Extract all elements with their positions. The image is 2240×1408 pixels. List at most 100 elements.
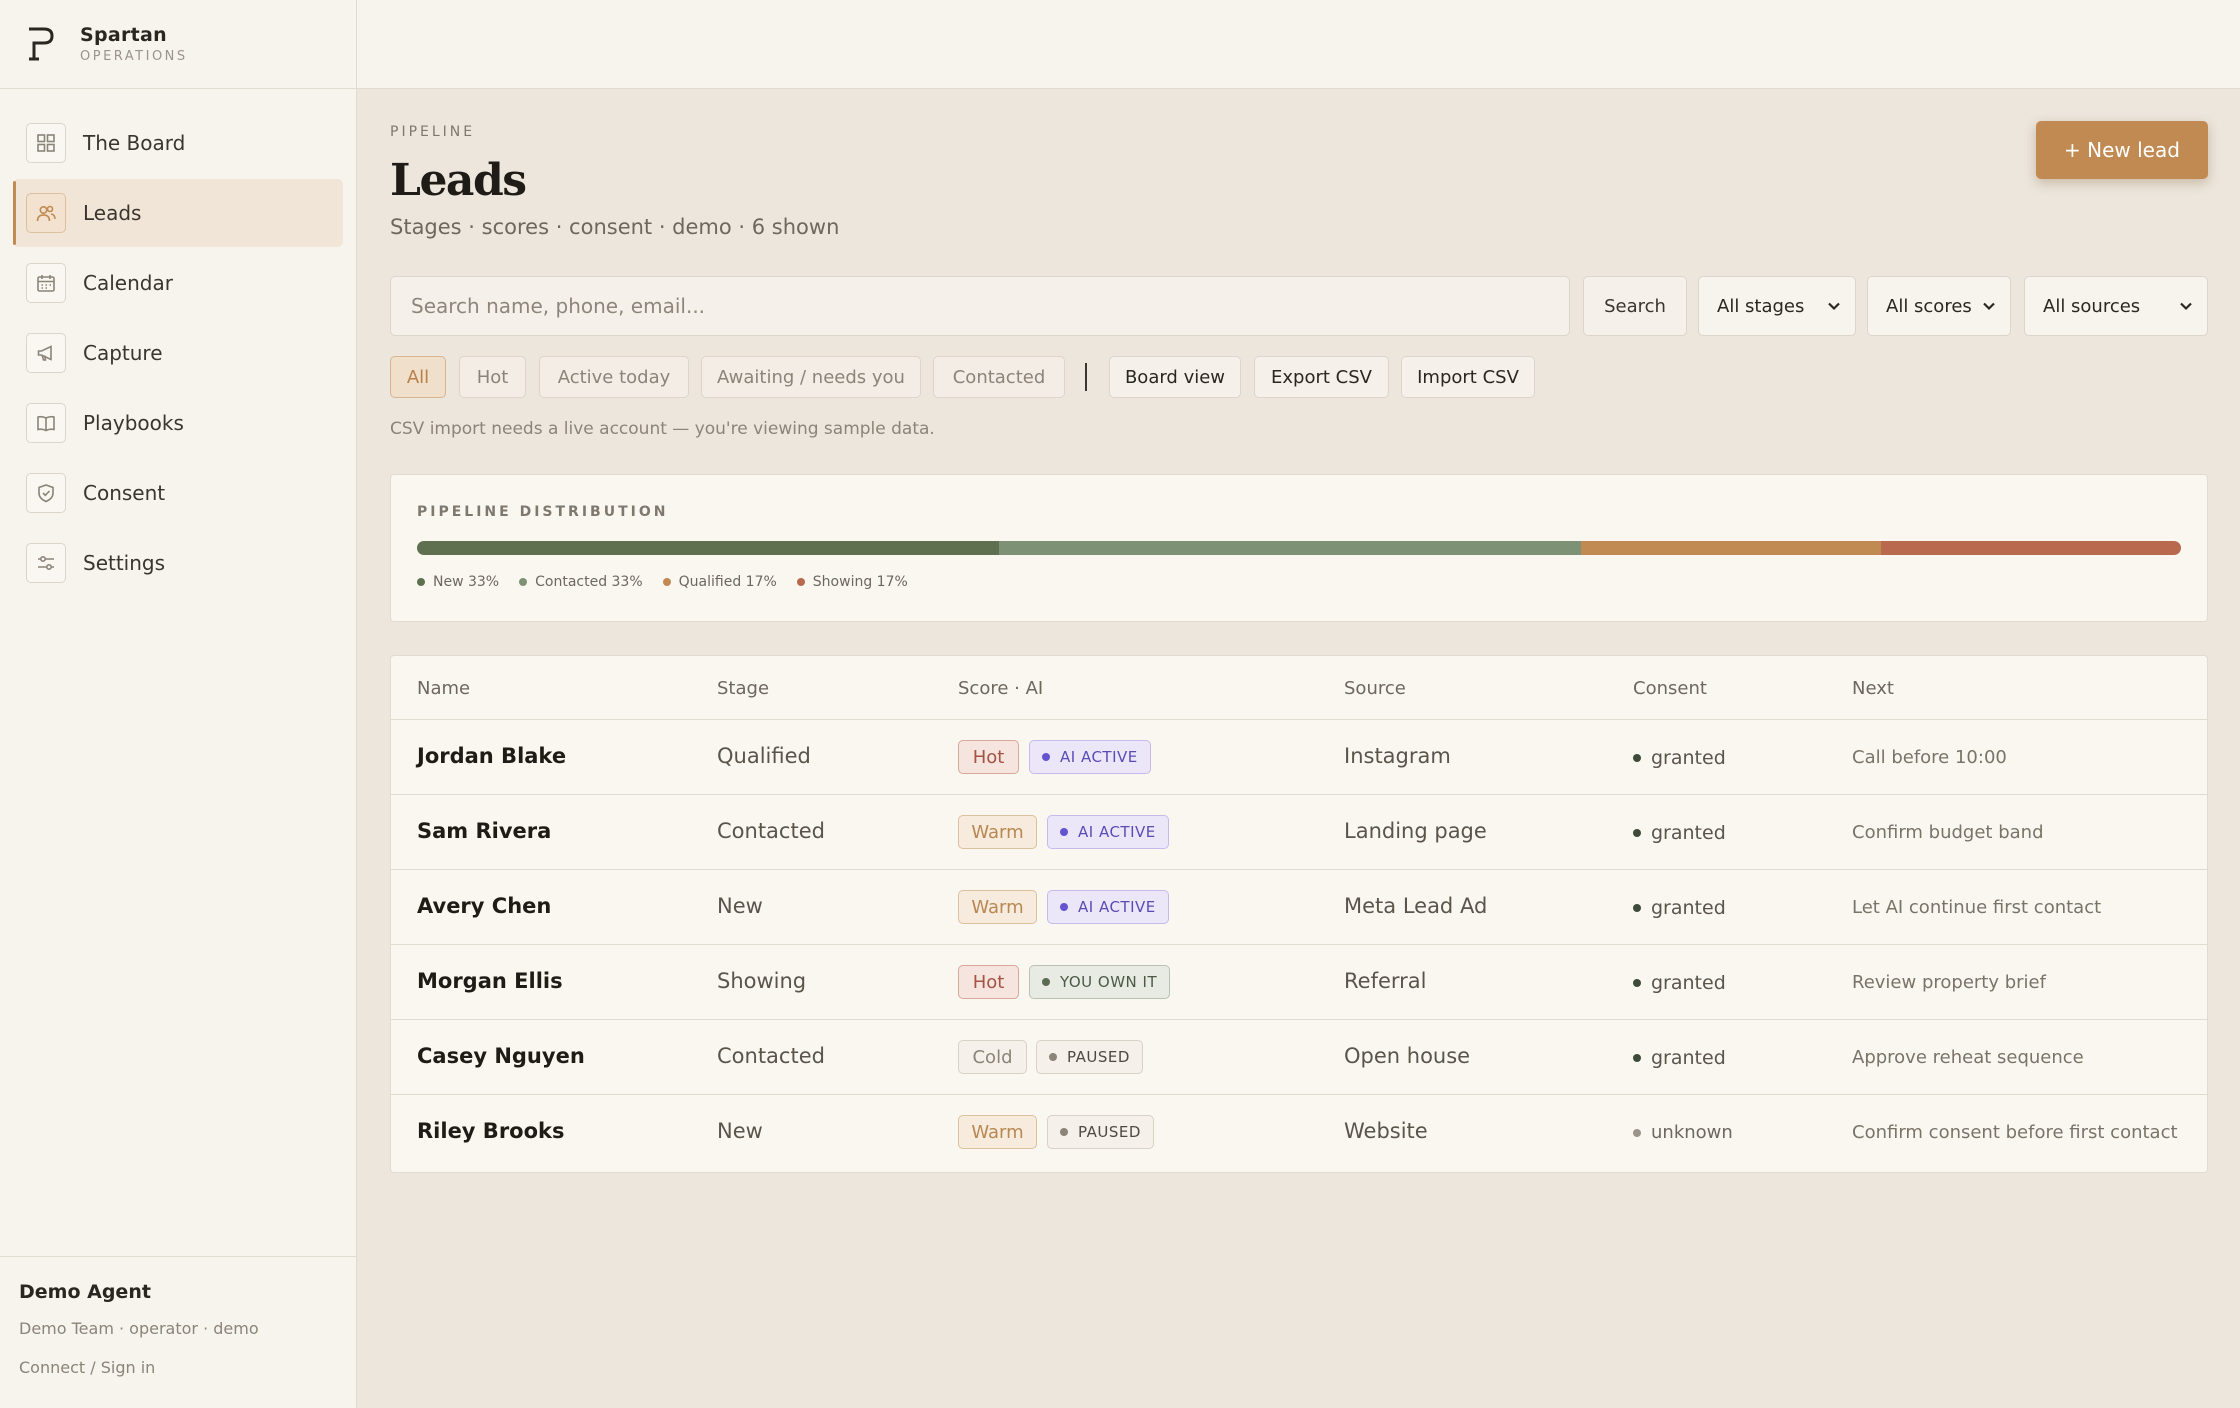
lead-name[interactable]: Sam Rivera bbox=[417, 819, 551, 843]
board-view-button[interactable]: Board view bbox=[1109, 356, 1241, 398]
search-input[interactable] bbox=[390, 276, 1570, 336]
distribution-segment-showing bbox=[1881, 541, 2181, 555]
lead-stage: Contacted bbox=[717, 819, 825, 843]
table-row[interactable]: Riley Brooks New Warm PAUSED Website unk… bbox=[391, 1095, 2207, 1170]
consent-label: granted bbox=[1651, 747, 1726, 769]
sidebar-item-label: The Board bbox=[83, 131, 186, 155]
chip-awaiting[interactable]: Awaiting / needs you bbox=[701, 356, 921, 398]
distribution-legend: New 33% Contacted 33% Qualified 17% Show… bbox=[417, 574, 908, 590]
megaphone-icon bbox=[26, 333, 66, 373]
agent-name: Demo Agent bbox=[19, 1281, 151, 1303]
consent-status: granted bbox=[1633, 822, 1726, 844]
table-row[interactable]: Morgan Ellis Showing Hot YOU OWN IT Refe… bbox=[391, 945, 2207, 1020]
score-filter-value: All scores bbox=[1886, 295, 1972, 317]
lead-source: Open house bbox=[1344, 1044, 1471, 1068]
table-header: Name Stage Score · AI Source Consent Nex… bbox=[391, 656, 2207, 720]
chip-contacted[interactable]: Contacted bbox=[933, 356, 1065, 398]
column-header-stage[interactable]: Stage bbox=[717, 678, 769, 699]
lead-name[interactable]: Riley Brooks bbox=[417, 1119, 565, 1143]
distribution-segment-new bbox=[417, 541, 1000, 555]
agent-meta: Demo Team · operator · demo bbox=[19, 1319, 259, 1338]
lead-name[interactable]: Casey Nguyen bbox=[417, 1044, 585, 1068]
consent-label: granted bbox=[1651, 822, 1726, 844]
lead-stage: New bbox=[717, 1119, 763, 1143]
stage-filter-value: All stages bbox=[1717, 295, 1805, 317]
export-csv-button[interactable]: Export CSV bbox=[1254, 356, 1389, 398]
import-csv-button[interactable]: Import CSV bbox=[1401, 356, 1535, 398]
column-header-next[interactable]: Next bbox=[1852, 678, 1894, 699]
page-subtitle: Stages · scores · consent · demo · 6 sho… bbox=[390, 215, 840, 239]
stage-filter-select[interactable]: All stages bbox=[1698, 276, 1856, 336]
consent-dot bbox=[1633, 829, 1641, 837]
ai-status-badge: PAUSED bbox=[1036, 1040, 1143, 1074]
status-dot bbox=[1060, 1128, 1068, 1136]
table-row[interactable]: Sam Rivera Contacted Warm AI ACTIVE Land… bbox=[391, 795, 2207, 870]
page-title: Leads bbox=[390, 155, 527, 206]
source-filter-select[interactable]: All sources bbox=[2024, 276, 2208, 336]
ai-status-label: PAUSED bbox=[1078, 1123, 1141, 1141]
chip-hot[interactable]: Hot bbox=[459, 356, 526, 398]
consent-status: granted bbox=[1633, 1047, 1726, 1069]
status-dot bbox=[1042, 753, 1050, 761]
lead-name[interactable]: Jordan Blake bbox=[417, 744, 566, 768]
consent-dot bbox=[1633, 979, 1641, 987]
grid-icon bbox=[26, 123, 66, 163]
sidebar-nav: The Board Leads Calendar Capture Playboo… bbox=[0, 89, 356, 597]
sidebar-item-playbooks[interactable]: Playbooks bbox=[13, 389, 343, 457]
sidebar-item-the-board[interactable]: The Board bbox=[13, 109, 343, 177]
legend-label: Showing 17% bbox=[812, 574, 908, 590]
score-badge: Cold bbox=[958, 1040, 1027, 1074]
sidebar-footer: Demo Agent Demo Team · operator · demo C… bbox=[0, 1256, 356, 1408]
connect-sign-in-link[interactable]: Connect / Sign in bbox=[19, 1358, 337, 1377]
page-eyebrow: PIPELINE bbox=[390, 124, 476, 140]
new-lead-button[interactable]: + New lead bbox=[2036, 121, 2208, 179]
chip-active-today[interactable]: Active today bbox=[539, 356, 689, 398]
sidebar-item-leads[interactable]: Leads bbox=[13, 179, 343, 247]
sidebar-item-consent[interactable]: Consent bbox=[13, 459, 343, 527]
users-icon bbox=[26, 193, 66, 233]
column-header-score[interactable]: Score · AI bbox=[958, 678, 1043, 699]
consent-status: unknown bbox=[1633, 1122, 1733, 1143]
ai-status-label: YOU OWN IT bbox=[1060, 973, 1158, 991]
table-row[interactable]: Jordan Blake Qualified Hot AI ACTIVE Ins… bbox=[391, 720, 2207, 795]
ai-status-label: AI ACTIVE bbox=[1078, 823, 1156, 841]
score-filter-select[interactable]: All scores bbox=[1867, 276, 2011, 336]
chip-separator bbox=[1085, 363, 1087, 391]
lead-name[interactable]: Avery Chen bbox=[417, 894, 551, 918]
consent-label: granted bbox=[1651, 897, 1726, 919]
table-row[interactable]: Casey Nguyen Contacted Cold PAUSED Open … bbox=[391, 1020, 2207, 1095]
consent-dot bbox=[1633, 904, 1641, 912]
legend-item-showing: Showing 17% bbox=[796, 574, 908, 590]
consent-status: granted bbox=[1633, 972, 1726, 994]
distribution-segment-qualified bbox=[1581, 541, 1882, 555]
brand: Spartan OPERATIONS bbox=[0, 0, 356, 89]
legend-dot bbox=[417, 578, 425, 586]
sidebar-item-settings[interactable]: Settings bbox=[13, 529, 343, 597]
ai-status-badge: YOU OWN IT bbox=[1029, 965, 1171, 999]
leads-table: Name Stage Score · AI Source Consent Nex… bbox=[390, 655, 2208, 1173]
sidebar-item-label: Capture bbox=[83, 341, 163, 365]
chevron-down-icon bbox=[1828, 302, 1840, 311]
sidebar-item-label: Settings bbox=[83, 551, 166, 575]
search-button[interactable]: Search bbox=[1583, 276, 1687, 336]
lead-source: Instagram bbox=[1344, 744, 1451, 768]
column-header-name[interactable]: Name bbox=[417, 678, 470, 699]
brand-subtitle: OPERATIONS bbox=[80, 49, 188, 64]
book-icon bbox=[26, 403, 66, 443]
column-header-source[interactable]: Source bbox=[1344, 678, 1406, 699]
legend-item-qualified: Qualified 17% bbox=[662, 574, 777, 590]
sidebar-item-capture[interactable]: Capture bbox=[13, 319, 343, 387]
lead-name[interactable]: Morgan Ellis bbox=[417, 969, 563, 993]
lead-source: Website bbox=[1344, 1119, 1428, 1143]
legend-item-new: New 33% bbox=[417, 574, 499, 590]
sidebar-item-calendar[interactable]: Calendar bbox=[13, 249, 343, 317]
shield-icon bbox=[26, 473, 66, 513]
source-filter-value: All sources bbox=[2043, 295, 2141, 317]
lead-source: Landing page bbox=[1344, 819, 1487, 843]
score-badge: Warm bbox=[958, 890, 1037, 924]
next-action: Call before 10:00 bbox=[1852, 747, 2007, 768]
table-row[interactable]: Avery Chen New Warm AI ACTIVE Meta Lead … bbox=[391, 870, 2207, 945]
legend-dot bbox=[662, 578, 671, 586]
chip-all[interactable]: All bbox=[390, 356, 446, 398]
column-header-consent[interactable]: Consent bbox=[1633, 678, 1707, 699]
